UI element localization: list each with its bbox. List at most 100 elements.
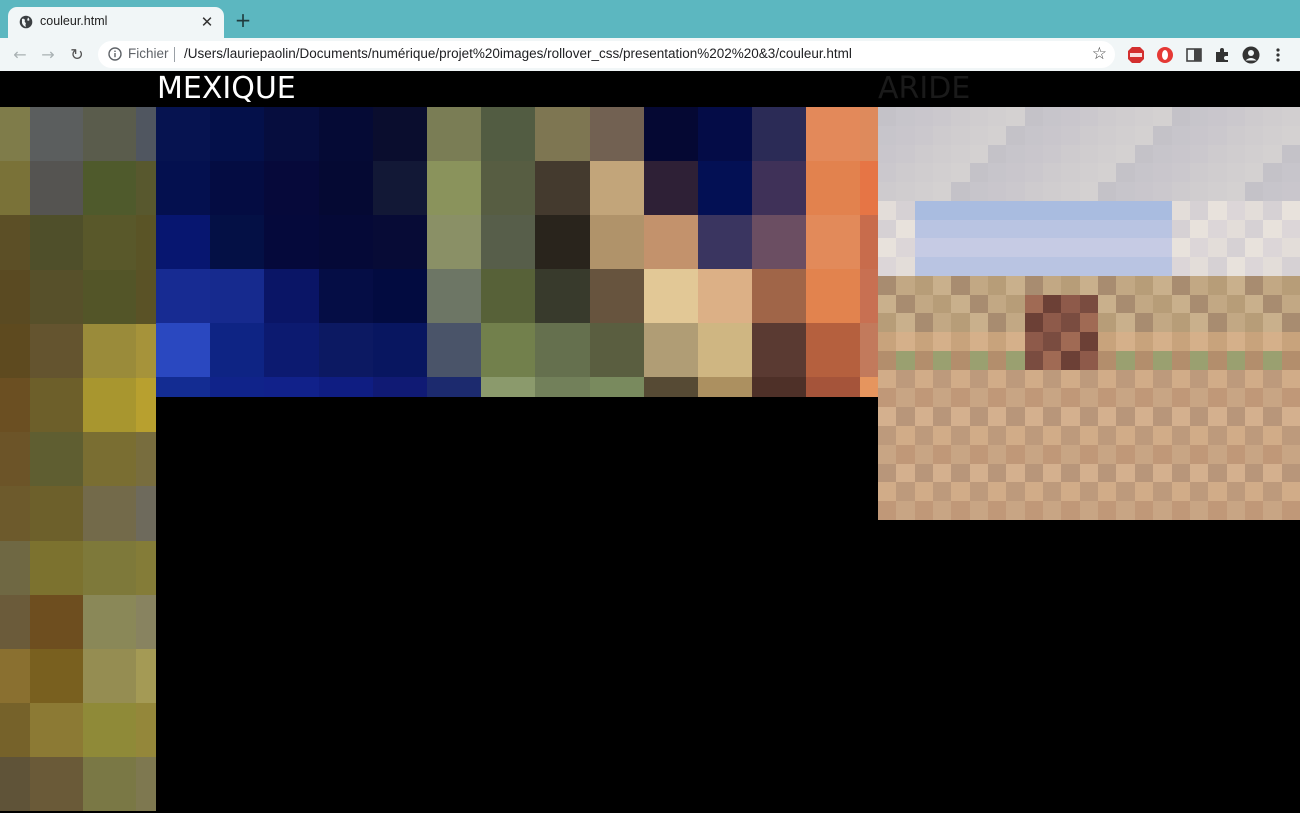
mosaic-cell <box>1226 163 1245 183</box>
mosaic-cell <box>988 275 1007 295</box>
mosaic-cell <box>1079 107 1099 126</box>
mosaic-cell <box>1244 238 1264 258</box>
mosaic-cell <box>1263 107 1282 126</box>
mosaic-cell <box>1226 144 1245 164</box>
mosaic-cell <box>1098 350 1117 370</box>
mosaic-cell <box>1153 369 1172 389</box>
mosaic-cell <box>0 757 30 812</box>
mosaic-cell <box>988 238 1007 258</box>
mosaic-cell <box>1061 275 1080 295</box>
puzzle-icon[interactable] <box>1213 46 1231 64</box>
label-mexique[interactable]: MEXIQUE <box>157 71 296 107</box>
mosaic-cell <box>1208 444 1227 464</box>
mosaic-cell <box>83 107 136 162</box>
mosaic-cell <box>1226 350 1245 370</box>
mosaic-cell <box>896 275 915 295</box>
mosaic-cell <box>83 703 136 758</box>
mosaic-cell <box>896 332 915 351</box>
mosaic-cell <box>83 269 136 324</box>
pixelated-image-aride[interactable] <box>878 107 1300 520</box>
mosaic-cell <box>933 332 952 351</box>
mosaic-cell <box>0 486 30 541</box>
mosaic-cell <box>1244 182 1264 201</box>
mosaic-cell <box>896 313 915 333</box>
mosaic-cell <box>1116 238 1135 258</box>
mosaic-cell <box>1281 182 1300 201</box>
mosaic-cell <box>1171 275 1190 295</box>
opera-red-icon[interactable] <box>1156 46 1174 64</box>
mosaic-cell <box>1189 482 1209 502</box>
mosaic-cell <box>1226 107 1245 126</box>
mosaic-cell <box>1024 332 1044 351</box>
mosaic-cell <box>1171 332 1190 351</box>
reader-icon[interactable] <box>1185 46 1203 64</box>
mosaic-cell <box>1226 219 1245 239</box>
mosaic-cell <box>1281 275 1300 295</box>
bookmark-star-icon[interactable]: ☆ <box>1092 44 1107 64</box>
mosaic-cell <box>83 540 136 595</box>
mosaic-cell <box>1189 182 1209 201</box>
profile-icon[interactable] <box>1242 46 1260 64</box>
mosaic-cell <box>933 200 952 220</box>
pixelated-image-mexique[interactable] <box>156 107 878 397</box>
close-tab-icon[interactable]: ✕ <box>198 13 216 31</box>
address-url[interactable]: /Users/lauriepaolin/Documents/numérique/… <box>184 46 852 61</box>
mosaic-cell <box>1189 294 1209 314</box>
mosaic-cell <box>1226 407 1245 427</box>
mosaic-cell <box>1024 313 1044 333</box>
mosaic-cell <box>988 407 1007 427</box>
mosaic-cell <box>426 215 482 269</box>
mosaic-cell <box>1134 219 1154 239</box>
new-tab-button[interactable]: + <box>233 10 253 30</box>
mosaic-cell <box>1263 257 1282 276</box>
menu-icon[interactable] <box>1272 46 1284 64</box>
mosaic-cell <box>589 161 644 215</box>
mosaic-cell <box>969 332 989 351</box>
mosaic-cell <box>1134 257 1154 276</box>
mosaic-cell <box>1116 182 1135 201</box>
mosaic-cell <box>914 388 934 408</box>
mosaic-cell <box>752 323 807 377</box>
mosaic-cell <box>1281 125 1300 145</box>
mosaic-cell <box>1098 107 1117 126</box>
mosaic-cell <box>1098 275 1117 295</box>
mosaic-cell <box>914 125 934 145</box>
address-bar[interactable]: Fichier /Users/lauriepaolin/Documents/nu… <box>98 41 1115 68</box>
mosaic-cell <box>1006 482 1025 502</box>
mosaic-cell <box>1006 294 1025 314</box>
mosaic-cell <box>589 107 644 161</box>
mosaic-cell <box>1134 501 1154 520</box>
mosaic-cell <box>1098 182 1117 201</box>
mosaic-cell <box>1226 369 1245 389</box>
mosaic-cell <box>806 215 861 269</box>
mosaic-cell <box>1171 219 1190 239</box>
mosaic-cell <box>1061 163 1080 183</box>
mosaic-cell <box>1153 238 1172 258</box>
mosaic-cell <box>1281 313 1300 333</box>
mosaic-cell <box>1189 407 1209 427</box>
reload-icon[interactable]: ↻ <box>67 45 87 65</box>
tab-couleur[interactable]: couleur.html ✕ <box>8 7 224 38</box>
adblock-icon[interactable] <box>1127 46 1145 64</box>
info-icon[interactable] <box>108 47 122 61</box>
mosaic-cell <box>860 215 878 269</box>
back-arrow-icon[interactable]: ← <box>10 45 30 65</box>
mosaic-cell <box>30 323 83 378</box>
label-aride[interactable]: ARIDE <box>878 71 970 107</box>
mosaic-cell <box>481 323 536 377</box>
mosaic-cell <box>1061 426 1080 445</box>
forward-arrow-icon[interactable]: → <box>38 45 58 65</box>
mosaic-cell <box>1171 313 1190 333</box>
mosaic-cell <box>1263 463 1282 483</box>
mosaic-cell <box>1098 294 1117 314</box>
mosaic-cell <box>1006 332 1025 351</box>
mosaic-cell <box>1079 444 1099 464</box>
mosaic-cell <box>264 323 319 377</box>
mosaic-cell <box>878 275 897 295</box>
mosaic-cell <box>1079 463 1099 483</box>
mosaic-cell <box>988 426 1007 445</box>
mosaic-cell <box>860 107 878 161</box>
mosaic-cell <box>878 426 897 445</box>
mosaic-cell <box>1226 200 1245 220</box>
mosaic-cell <box>951 144 970 164</box>
